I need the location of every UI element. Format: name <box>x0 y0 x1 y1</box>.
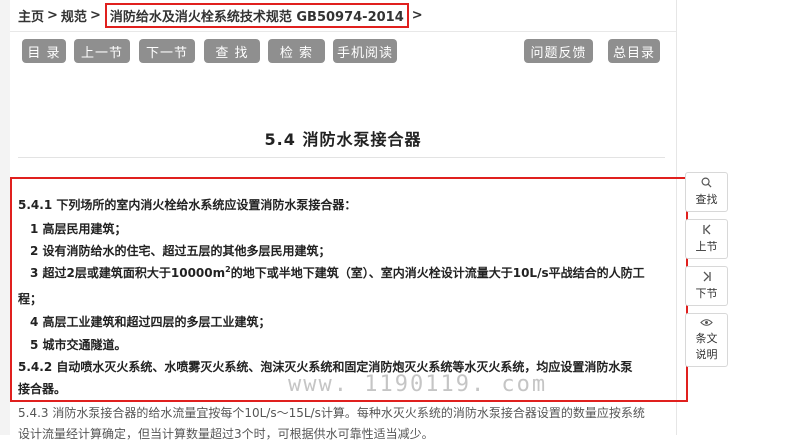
list-item-text: 的地下或半地下建筑（室）、室内消火栓设计流量大于10L/s平战结合的人防工 <box>230 266 645 280</box>
eye-icon <box>700 318 713 330</box>
feedback-button[interactable]: 问题反馈 <box>524 39 593 63</box>
prev-section-button[interactable]: 上一节 <box>74 39 130 63</box>
list-item: 4 高层工业建筑和超过四层的多层工业建筑； <box>30 315 271 329</box>
next-section-button[interactable]: 下一节 <box>139 39 195 63</box>
skip-forward-icon <box>702 271 712 285</box>
side-next-label: 下节 <box>695 287 718 300</box>
find-button[interactable]: 查 找 <box>204 39 260 63</box>
breadcrumb-separator: > <box>411 7 423 23</box>
skip-back-icon <box>702 224 712 238</box>
breadcrumb-category[interactable]: 规范 <box>61 6 87 25</box>
breadcrumb-current-highlight: 消防给水及消火栓系统技术规范 GB50974-2014 <box>104 2 409 28</box>
breadcrumb-current[interactable]: 消防给水及消火栓系统技术规范 GB50974-2014 <box>110 10 404 25</box>
list-item-continuation: 程； <box>18 292 43 306</box>
breadcrumb-divider <box>10 31 676 32</box>
breadcrumb-separator: > <box>47 7 58 23</box>
list-item: 1 高层民用建筑； <box>30 222 127 236</box>
side-find-button[interactable]: 查找 <box>685 172 728 212</box>
side-find-label: 查找 <box>695 193 718 206</box>
side-notes-button[interactable]: 条文 说明 <box>685 313 728 367</box>
list-item: 5 城市交通隧道。 <box>30 338 127 352</box>
mobile-reading-button[interactable]: 手机阅读 <box>333 39 397 63</box>
master-toc-button[interactable]: 总目录 <box>608 39 660 63</box>
list-item: 2 设有消防给水的住宅、超过五层的其他多层民用建筑； <box>30 244 331 258</box>
side-prev-button[interactable]: 上节 <box>685 219 728 259</box>
breadcrumb-home[interactable]: 主页 <box>18 6 44 25</box>
side-next-button[interactable]: 下节 <box>685 266 728 306</box>
section-title: 5.4 消防水泵接合器 <box>264 130 422 149</box>
clause-5-4-3-continuation: 设计流量经计算确定，但当计算数量超过3个时，可根据供水可靠性适当减少。 <box>18 427 434 441</box>
clause-5-4-3: 5.4.3 消防水泵接合器的给水流量宜按每个10L/s～15L/s计算。每种水灭… <box>18 406 645 420</box>
side-prev-label: 上节 <box>695 240 718 253</box>
retrieve-button[interactable]: 检 索 <box>268 39 325 63</box>
side-notes-label-2: 说明 <box>695 348 718 361</box>
toc-button[interactable]: 目 录 <box>22 39 66 63</box>
clause-5-4-2-continuation: 接合器。 <box>18 382 67 396</box>
breadcrumb-separator: > <box>89 7 101 23</box>
search-icon <box>701 177 712 191</box>
breadcrumb: 主页 > 规范 > 消防给水及消火栓系统技术规范 GB50974-2014 > <box>18 2 426 28</box>
side-notes-label-1: 条文 <box>695 332 718 345</box>
title-divider <box>18 157 665 158</box>
clause-5-4-2: 5.4.2 自动喷水灭火系统、水喷雾灭火系统、泡沫灭火系统和固定消防炮灭火系统等… <box>18 360 633 374</box>
clause-5-4-1: 5.4.1 下列场所的室内消火栓给水系统应设置消防水泵接合器： <box>18 198 357 212</box>
list-item-text: 3 超过2层或建筑面积大于10000m <box>30 266 226 280</box>
list-item: 3 超过2层或建筑面积大于10000m2的地下或半地下建筑（室）、室内消火栓设计… <box>30 264 645 281</box>
